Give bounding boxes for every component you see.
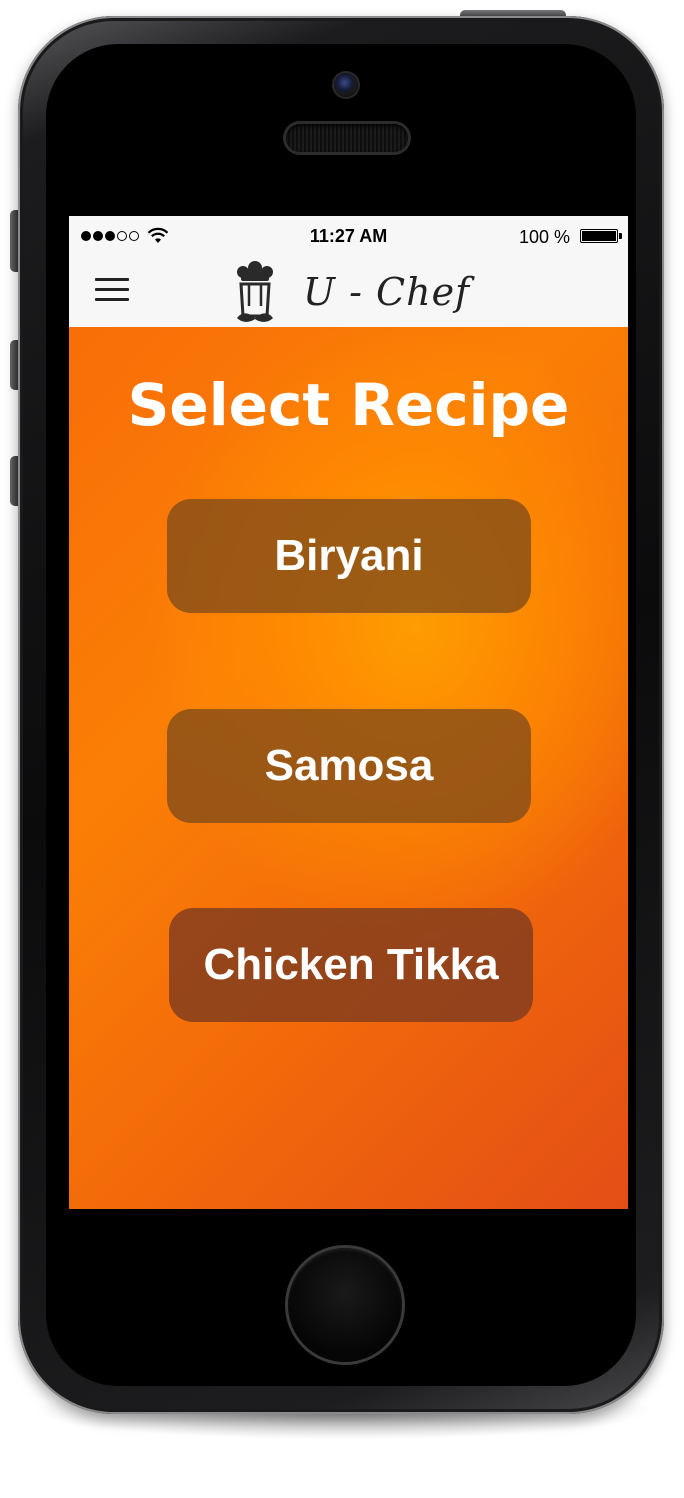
- recipe-selection-panel: Select Recipe Biryani Samosa Chicken Tik…: [69, 327, 628, 1209]
- earpiece-speaker: [286, 124, 408, 152]
- status-bar: 11:27 AM 100 %: [69, 216, 628, 256]
- app-header: U - Chef: [69, 256, 628, 327]
- recipe-button-samosa[interactable]: Samosa: [167, 709, 531, 823]
- recipe-button-chicken-tikka[interactable]: Chicken Tikka: [169, 908, 533, 1022]
- home-button[interactable]: [288, 1248, 402, 1362]
- battery-tip: [619, 233, 622, 239]
- chef-hat-mustache-icon: [237, 261, 273, 322]
- menu-line: [95, 278, 129, 281]
- menu-line: [95, 298, 129, 301]
- app-screen: 11:27 AM 100 % U - Chef Select Recipe Bi…: [69, 216, 628, 1209]
- hamburger-menu-icon[interactable]: [91, 274, 131, 306]
- device-mockup: 11:27 AM 100 % U - Chef Select Recipe Bi…: [0, 0, 684, 1498]
- app-name: U - Chef: [303, 270, 471, 314]
- menu-line: [95, 288, 129, 291]
- front-camera: [334, 73, 358, 97]
- recipe-button-biryani[interactable]: Biryani: [167, 499, 531, 613]
- battery-level: [582, 231, 616, 241]
- battery-icon: [580, 229, 622, 243]
- page-title: Select Recipe: [127, 371, 570, 439]
- battery-percentage: 100 %: [518, 227, 570, 247]
